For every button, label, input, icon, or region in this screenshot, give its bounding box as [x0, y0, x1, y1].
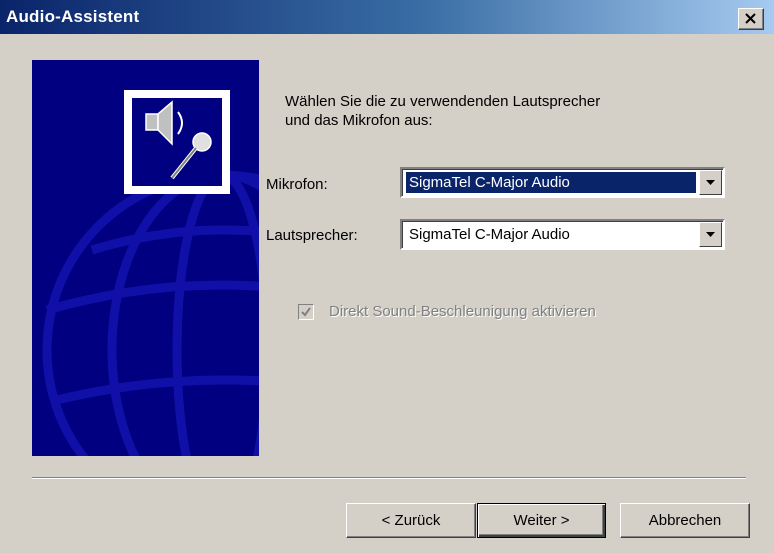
speakers-dropdown-button[interactable] [699, 222, 722, 247]
window-title: Audio-Assistent [6, 7, 140, 26]
microphone-select-value: SigmaTel C-Major Audio [406, 172, 696, 193]
instruction-text: Wählen Sie die zu verwendenden Lautsprec… [285, 92, 715, 130]
speakers-select[interactable]: SigmaTel C-Major Audio [400, 219, 725, 250]
button-separator [32, 477, 746, 479]
audio-assistant-dialog: Audio-Assistent Wählen Sie die zu verwen… [0, 0, 774, 553]
microphone-select[interactable]: SigmaTel C-Major Audio [400, 167, 725, 198]
back-button[interactable]: < Zurück [346, 503, 476, 538]
speakers-select-value: SigmaTel C-Major Audio [409, 226, 570, 243]
title-bar[interactable]: Audio-Assistent [0, 0, 774, 34]
chevron-down-icon [706, 180, 715, 185]
direct-sound-acceleration-checkbox [298, 304, 314, 320]
close-button[interactable] [738, 8, 764, 30]
wizard-side-panel [32, 60, 259, 456]
microphone-dropdown-button[interactable] [699, 170, 722, 195]
speakers-label: Lautsprecher: [266, 227, 358, 244]
direct-sound-acceleration-label: Direkt Sound-Beschleunigung aktivieren [329, 303, 596, 320]
next-button[interactable]: Weiter > [477, 503, 606, 538]
cancel-button[interactable]: Abbrechen [620, 503, 750, 538]
checkmark-icon [301, 307, 311, 317]
icon-frame [124, 90, 230, 194]
speaker-microphone-icon [132, 98, 222, 186]
chevron-down-icon [706, 232, 715, 237]
microphone-label: Mikrofon: [266, 176, 328, 193]
instruction-line-2: und das Mikrofon aus: [285, 112, 433, 129]
close-icon [745, 13, 756, 24]
instruction-line-1: Wählen Sie die zu verwendenden Lautsprec… [285, 93, 601, 110]
